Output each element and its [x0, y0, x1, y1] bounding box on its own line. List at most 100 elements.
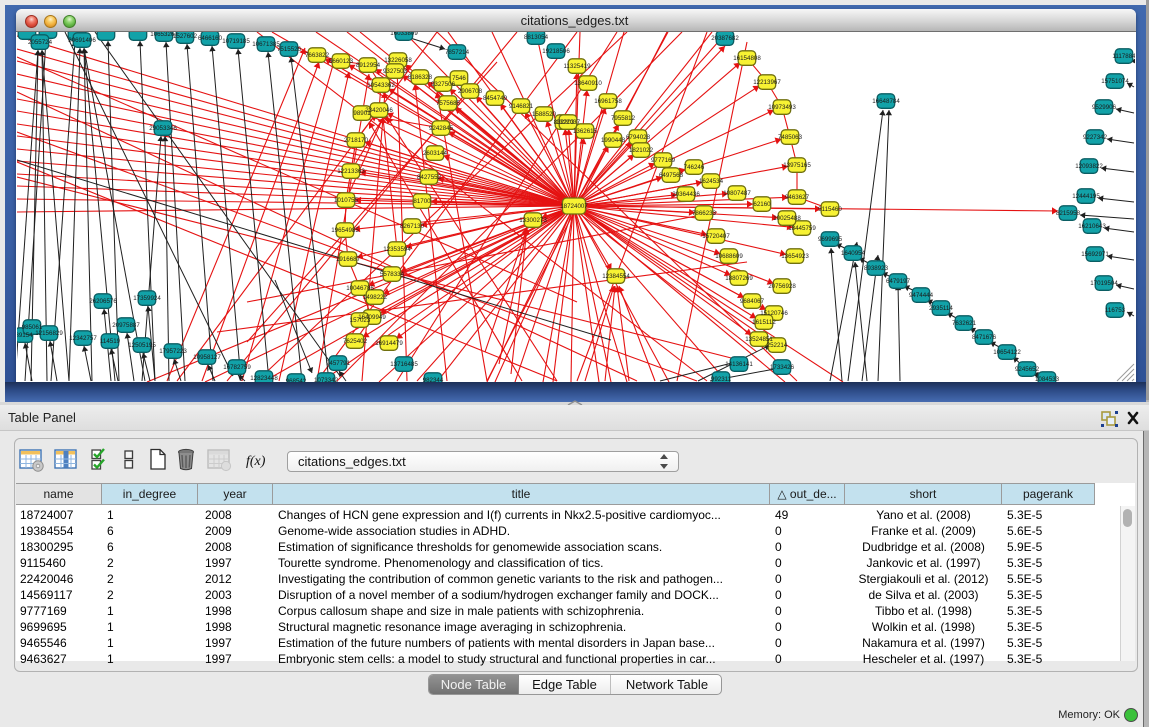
svg-text:13300273: 13300273 [519, 217, 547, 224]
svg-text:7857214: 7857214 [445, 49, 470, 56]
svg-text:1362615: 1362615 [573, 128, 598, 135]
svg-text:9245652: 9245652 [1015, 366, 1040, 373]
svg-text:17359924: 17359924 [133, 295, 161, 302]
svg-text:5578334: 5578334 [380, 271, 405, 278]
svg-text:7663822: 7663822 [305, 52, 330, 59]
svg-text:20691406: 20691406 [68, 37, 96, 44]
svg-text:6479197: 6479197 [886, 278, 911, 285]
svg-text:14136141: 14136141 [725, 361, 753, 368]
svg-text:8427552: 8427552 [417, 174, 442, 181]
svg-text:6497568: 6497568 [659, 172, 684, 179]
svg-text:12093822: 12093822 [1075, 163, 1103, 170]
svg-text:2603144: 2603144 [423, 150, 448, 157]
svg-text:7485063: 7485063 [778, 134, 803, 141]
svg-text:20387682: 20387682 [711, 35, 739, 42]
svg-text:1990448: 1990448 [601, 137, 626, 144]
svg-text:11325419: 11325419 [563, 63, 591, 70]
svg-text:9242845: 9242845 [429, 125, 454, 132]
svg-text:18445759: 18445759 [788, 225, 816, 232]
svg-text:15692971: 15692971 [1081, 251, 1109, 258]
svg-text:10719185: 10719185 [222, 38, 250, 45]
svg-text:9684067: 9684067 [740, 298, 765, 305]
svg-text:8186328: 8186328 [408, 74, 433, 81]
svg-text:13640910: 13640910 [574, 80, 602, 87]
svg-text:16154808: 16154808 [733, 55, 761, 62]
svg-text:9463627: 9463627 [785, 194, 810, 201]
svg-text:1916687: 1916687 [336, 256, 361, 263]
svg-text:7955812: 7955812 [611, 115, 636, 122]
svg-text:746246: 746246 [684, 164, 705, 171]
svg-text:9115460: 9115460 [818, 206, 842, 213]
svg-text:8912954: 8912954 [356, 62, 381, 69]
svg-text:2935114: 2935114 [929, 305, 953, 312]
svg-text:16210643: 16210643 [1078, 223, 1106, 230]
svg-text:10973493: 10973493 [768, 104, 796, 111]
svg-text:8267130: 8267130 [400, 223, 425, 230]
svg-text:13226058: 13226058 [384, 57, 412, 64]
svg-text:15720407: 15720407 [702, 233, 730, 240]
svg-text:23420046: 23420046 [365, 107, 393, 114]
svg-text:10688609: 10688609 [715, 253, 743, 260]
svg-text:8471676: 8471676 [972, 334, 997, 341]
svg-text:13654923: 13654923 [781, 253, 809, 260]
svg-text:18807269: 18807269 [725, 275, 753, 282]
svg-text:12444195: 12444195 [1072, 193, 1100, 200]
svg-text:9146821: 9146821 [509, 103, 534, 110]
svg-text:20756928: 20756928 [768, 283, 796, 290]
svg-text:16033809: 16033809 [390, 32, 418, 37]
svg-text:8813054: 8813054 [524, 34, 549, 41]
svg-text:10654122: 10654122 [993, 349, 1021, 356]
svg-text:7866233: 7866233 [692, 210, 717, 217]
svg-text:1615112: 1615112 [752, 319, 776, 326]
svg-text:8660123: 8660123 [329, 58, 354, 65]
svg-text:26206576: 26206576 [89, 298, 117, 305]
svg-text:1527602: 1527602 [173, 33, 198, 40]
svg-text:9777169: 9777169 [651, 157, 676, 164]
svg-text:9327506: 9327506 [431, 81, 456, 88]
svg-text:8454749: 8454749 [483, 95, 508, 102]
svg-text:20364436: 20364436 [672, 191, 700, 198]
svg-text:7575685: 7575685 [436, 100, 461, 107]
svg-text:12353594: 12353594 [383, 246, 411, 253]
svg-text:81700: 81700 [413, 198, 431, 205]
svg-text:10958127: 10958127 [193, 354, 221, 361]
svg-text:16914479: 16914479 [375, 340, 403, 347]
svg-text:10046786: 10046786 [346, 285, 374, 292]
svg-text:62160: 62160 [753, 201, 771, 208]
svg-text:12384554: 12384554 [602, 273, 630, 280]
svg-text:6466160: 6466160 [198, 35, 223, 42]
svg-text:7632621: 7632621 [952, 320, 977, 327]
svg-text:9327503: 9327503 [383, 68, 408, 75]
svg-text:12505195: 12505195 [128, 342, 156, 349]
svg-text:1322037: 1322037 [556, 119, 581, 126]
svg-text:7625402: 7625402 [343, 338, 368, 345]
svg-text:10025488: 10025488 [773, 215, 801, 222]
svg-text:2718170: 2718170 [344, 137, 369, 144]
svg-text:7546: 7546 [452, 75, 466, 82]
svg-text:12823448: 12823448 [250, 375, 278, 382]
svg-text:16648784: 16648784 [872, 98, 900, 105]
svg-text:9529906: 9529906 [1092, 104, 1117, 111]
svg-text:16961758: 16961758 [594, 98, 622, 105]
svg-text:f(x): f(x) [246, 454, 266, 469]
svg-text:12342757: 12342757 [69, 335, 97, 342]
svg-text:7515526: 7515526 [277, 46, 302, 53]
svg-text:1624534: 1624534 [699, 178, 724, 185]
svg-text:9457791: 9457791 [326, 360, 351, 367]
svg-text:12213363: 12213363 [337, 168, 365, 175]
svg-text:16782759: 16782759 [223, 364, 251, 371]
svg-text:17957223: 17957223 [159, 348, 187, 355]
svg-text:18724007: 18724007 [560, 203, 588, 210]
svg-text:29053346: 29053346 [149, 125, 177, 132]
svg-text:116753: 116753 [1105, 307, 1126, 314]
svg-text:1733426: 1733426 [770, 364, 795, 371]
svg-text:12156829: 12156829 [35, 330, 63, 337]
svg-text:9474444: 9474444 [909, 292, 934, 299]
svg-text:9227342: 9227342 [1083, 134, 1108, 141]
svg-text:10543362: 10543362 [367, 82, 395, 89]
svg-text:39154: 39154 [17, 332, 33, 339]
svg-text:1498222: 1498222 [363, 294, 388, 301]
svg-text:19218506: 19218506 [542, 48, 570, 55]
svg-text:15751074: 15751074 [1101, 78, 1129, 85]
svg-text:15120746: 15120746 [760, 310, 788, 317]
